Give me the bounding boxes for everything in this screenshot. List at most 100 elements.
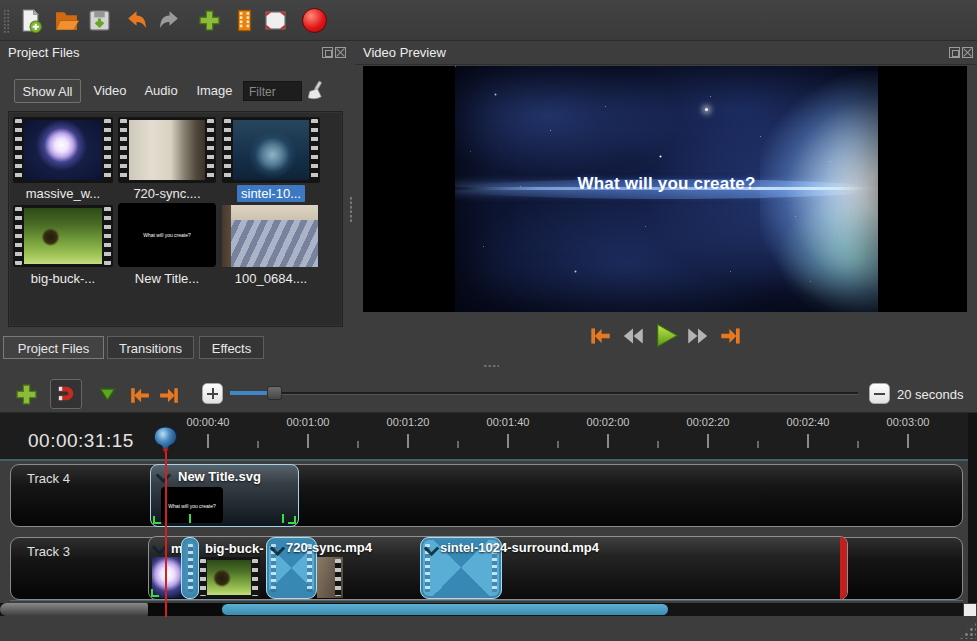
ruler-label: 00:02:00 [573,416,643,428]
zoom-out-button[interactable] [869,383,890,404]
tab-effects[interactable]: Effects [199,336,264,359]
file-label: big-buck-... [13,271,113,286]
float-preview-icon[interactable] [949,47,960,58]
choose-profile-button[interactable] [232,8,257,33]
toolbar-grip[interactable] [3,9,10,33]
add-track-button[interactable] [14,382,39,407]
light-streak [455,187,878,190]
fullscreen-button[interactable] [263,8,288,33]
playhead-marker[interactable] [153,426,178,454]
jump-to-end-button[interactable] [718,323,744,349]
timeline-scrollbar-handle[interactable] [222,604,668,615]
redo-button[interactable] [157,8,182,33]
snapping-toggle-button[interactable] [50,379,82,409]
ruler-label: 00:02:20 [673,416,743,428]
play-button[interactable] [650,320,681,351]
filter-tab-show-all[interactable]: Show All [14,79,81,103]
close-panel-icon[interactable] [335,47,346,58]
clip-label: New Title.svg [178,469,261,484]
filter-input[interactable]: Filter [243,81,302,101]
file-item-bigbuck[interactable]: big-buck-... [13,205,113,288]
zoom-scale-label: 20 seconds [897,387,964,402]
center-playhead-button[interactable] [202,383,223,404]
file-thumbnail [13,117,113,183]
horizontal-splitter-handle[interactable] [483,364,499,368]
file-item-photo[interactable]: 100_0684.... [222,205,320,288]
divider [355,64,977,65]
file-thumbnail [118,117,216,183]
scrollbar-gap [148,603,222,616]
openshot-window: Project Files Show All Video Audio Image… [0,0,977,641]
video-preview-area[interactable]: What will you create? [363,66,967,312]
playhead-line[interactable] [165,452,167,617]
file-thumbnail [222,205,318,267]
filter-tab-image[interactable]: Image [191,79,238,103]
track-name: Track 4 [27,471,70,486]
filter-tab-video[interactable]: Video [89,79,131,103]
ruler-label: 00:03:00 [873,416,943,428]
transition-small[interactable] [181,537,199,599]
clip-thumbnail [317,557,343,598]
filter-tab-audio[interactable]: Audio [138,79,184,103]
divider [10,600,963,601]
scrollbar-left-cap [0,603,148,616]
fast-forward-button[interactable] [685,323,711,349]
clip-new-title[interactable]: New Title.svg What will you create? [150,464,299,527]
clip-trim-edge[interactable] [840,537,847,599]
zoom-slider-handle[interactable] [267,386,282,400]
stars [455,66,456,67]
previous-marker-button[interactable] [127,383,152,408]
file-item-newtitle[interactable]: What will you create? New Title... [118,203,216,288]
file-thumbnail [222,117,320,183]
save-project-button[interactable] [87,8,112,33]
video-overlay-text: What will you create? [455,174,878,194]
vertical-scrollbar-track[interactable] [968,413,977,603]
float-panel-icon[interactable] [322,47,333,58]
rewind-button[interactable] [620,323,646,349]
scrollbar-corner [964,604,976,616]
ruler-label: 00:02:40 [773,416,843,428]
project-files-panel-title: Project Files [8,45,80,60]
add-marker-button[interactable] [98,386,117,403]
aurora-glow [776,194,878,312]
file-thumbnail [13,205,113,267]
close-preview-icon[interactable] [962,47,973,58]
ruler-label: 00:01:40 [473,416,543,428]
next-marker-button[interactable] [157,383,182,408]
file-label: 100_0684.... [222,271,320,286]
clear-filter-broom-icon[interactable] [303,80,326,103]
ruler-label: 00:00:40 [173,416,243,428]
clip-label-sintel: sintel-1024-surround.mp4 [440,540,599,555]
zoom-slider-fill [230,391,270,395]
jump-to-start-button[interactable] [587,323,613,349]
bright-star [705,108,708,111]
new-project-button[interactable] [18,8,43,33]
clip-label-bigbuck: big-buck- [205,541,264,556]
video-preview-panel-title: Video Preview [363,45,446,60]
file-label: massive_w... [13,186,113,201]
light-streak-glow [455,179,878,199]
vertical-splitter-handle[interactable] [349,196,353,222]
window-resize-grip[interactable] [959,622,976,639]
export-video-button[interactable] [302,8,327,33]
light-burst [760,71,878,312]
file-label: 720-sync.... [118,186,216,201]
ruler-label: 00:01:20 [373,416,443,428]
clip-menu-chevron-icon[interactable] [156,468,172,484]
clip-thumbnail: What will you create? [161,487,223,523]
file-item-massive[interactable]: massive_w... [13,117,113,203]
file-label: New Title... [118,271,216,286]
tab-transitions[interactable]: Transitions [107,336,194,359]
tab-project-files[interactable]: Project Files [3,336,104,359]
file-item-sintel[interactable]: sintel-10... [222,117,320,203]
file-thumbnail: What will you create? [118,203,216,267]
current-timecode: 00:00:31:15 [28,430,134,452]
divider [0,459,977,461]
zoom-slider[interactable] [230,392,858,395]
undo-button[interactable] [124,8,149,33]
video-frame: What will you create? [455,66,878,312]
clip-label-720: 720-sync.mp4 [286,540,372,555]
file-item-720sync[interactable]: 720-sync.... [118,117,216,203]
open-project-button[interactable] [54,8,79,33]
import-files-button[interactable] [197,8,222,33]
